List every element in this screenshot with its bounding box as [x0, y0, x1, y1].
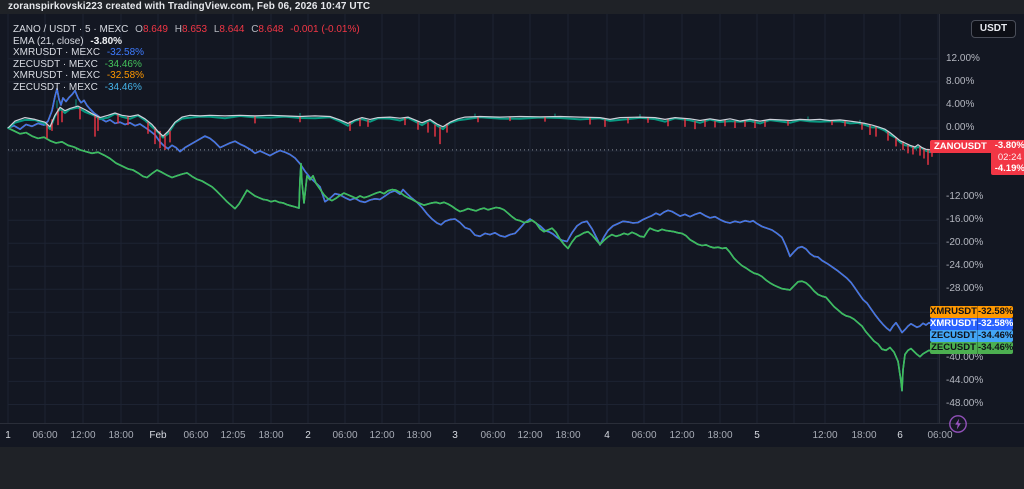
- time-axis-label: 12:00: [669, 430, 694, 441]
- time-axis-label: 6: [897, 430, 903, 441]
- zano-badge-symbol: ZANOUSDT: [930, 140, 991, 153]
- price-axis-label: -40.00%: [946, 352, 983, 363]
- ema-value: -3.80%: [90, 36, 122, 47]
- change-value: -0.001 (-0.01%): [290, 24, 359, 35]
- legend-main-series[interactable]: ZANO / USDT · 5 · MEXC O8.649 H8.653 L8.…: [13, 24, 360, 36]
- price-axis-border: [939, 14, 940, 423]
- compare-badge-zec-green: ZECUSDT -34.46%: [930, 342, 1013, 354]
- legend-compare-xmr-blue[interactable]: XMRUSDT · MEXC -32.58%: [13, 47, 360, 59]
- time-axis-label: 06:00: [631, 430, 656, 441]
- time-axis-label: 06:00: [480, 430, 505, 441]
- price-axis-label: 0.00%: [946, 122, 974, 133]
- legend-compare-xmr-orange[interactable]: XMRUSDT · MEXC -32.58%: [13, 70, 360, 82]
- time-axis-label: 2: [305, 430, 311, 441]
- time-axis-label: 18:00: [406, 430, 431, 441]
- badge-symbol: ZECUSDT: [930, 330, 977, 342]
- zano-badge-countdown: 02:24: [991, 152, 1024, 163]
- legend-ema[interactable]: EMA (21, close) -3.80%: [13, 36, 360, 48]
- chart-legend: ZANO / USDT · 5 · MEXC O8.649 H8.653 L8.…: [13, 24, 360, 93]
- badge-symbol: XMRUSDT: [930, 306, 977, 318]
- high-value: 8.653: [182, 24, 207, 35]
- attribution-text: zoranspirkovski223 created with TradingV…: [8, 1, 370, 12]
- close-value: 8.648: [258, 24, 283, 35]
- time-axis-label: 18:00: [108, 430, 133, 441]
- compare-value: -32.58%: [107, 47, 144, 58]
- price-axis-label: 8.00%: [946, 76, 974, 87]
- compare-value: -34.46%: [105, 59, 142, 70]
- time-axis-label: 06:00: [332, 430, 357, 441]
- price-axis-label: -48.00%: [946, 398, 983, 409]
- time-axis-border: [0, 423, 1024, 424]
- price-axis-label: -16.00%: [946, 214, 983, 225]
- compare-badge-xmr-orange: XMRUSDT -32.58%: [930, 306, 1013, 318]
- compare-value: -32.58%: [107, 70, 144, 81]
- time-axis-label: 18:00: [707, 430, 732, 441]
- compare-value: -34.46%: [105, 82, 142, 93]
- time-axis-label: 3: [452, 430, 458, 441]
- time-axis-label: 1: [5, 430, 11, 441]
- price-axis-label: -12.00%: [946, 191, 983, 202]
- legend-compare-zec-lightblue[interactable]: ZECUSDT · MEXC -34.46%: [13, 82, 360, 94]
- compare-label: XMRUSDT · MEXC: [13, 70, 100, 81]
- symbol-title: ZANO / USDT · 5 · MEXC: [13, 24, 128, 35]
- zano-price-badge: ZANOUSDT -3.80% 02:24 -4.19%: [930, 140, 1024, 175]
- badge-value: -32.58%: [977, 306, 1013, 318]
- badge-value: -32.58%: [977, 318, 1013, 330]
- time-axis-label: 18:00: [555, 430, 580, 441]
- badge-value: -34.46%: [977, 330, 1013, 342]
- price-axis-label: 4.00%: [946, 99, 974, 110]
- price-axis-label: -20.00%: [946, 237, 983, 248]
- time-axis-label: 12:00: [812, 430, 837, 441]
- attribution-bar: zoranspirkovski223 created with TradingV…: [0, 0, 1024, 14]
- compare-label: ZECUSDT · MEXC: [13, 59, 98, 70]
- price-axis-label: -28.00%: [946, 283, 983, 294]
- time-axis-label: 12:00: [70, 430, 95, 441]
- open-value: 8.649: [143, 24, 168, 35]
- time-axis-label: 06:00: [32, 430, 57, 441]
- time-axis-label: 18:00: [258, 430, 283, 441]
- compare-label: XMRUSDT · MEXC: [13, 47, 100, 58]
- currency-toggle-button[interactable]: USDT: [971, 20, 1016, 38]
- branding-bar: TradingView: [0, 447, 1024, 489]
- compare-badge-zec-lightblue: ZECUSDT -34.46%: [930, 330, 1013, 342]
- badge-value: -34.46%: [977, 342, 1013, 354]
- lightning-boost-icon[interactable]: [948, 414, 968, 434]
- open-key: O: [135, 24, 143, 35]
- tradingview-chart-screenshot: zoranspirkovski223 created with TradingV…: [0, 0, 1024, 489]
- zano-badge-ema-price: -4.19%: [991, 163, 1024, 175]
- high-key: H: [175, 24, 182, 35]
- compare-label: ZECUSDT · MEXC: [13, 82, 98, 93]
- price-axis-label: -44.00%: [946, 375, 983, 386]
- time-axis-label: 5: [754, 430, 760, 441]
- zano-badge-price: -3.80%: [991, 140, 1024, 152]
- badge-symbol: XMRUSDT: [930, 318, 977, 330]
- time-axis-label: 12:05: [220, 430, 245, 441]
- time-axis-label: 06:00: [183, 430, 208, 441]
- time-axis-label: Feb: [149, 430, 166, 441]
- time-axis-label: 18:00: [851, 430, 876, 441]
- compare-badge-xmr-blue: XMRUSDT -32.58%: [930, 318, 1013, 330]
- low-value: 8.644: [219, 24, 244, 35]
- ema-label: EMA (21, close): [13, 36, 84, 47]
- legend-compare-zec-green[interactable]: ZECUSDT · MEXC -34.46%: [13, 59, 360, 71]
- price-axis-label: -24.00%: [946, 260, 983, 271]
- time-axis-label: 4: [604, 430, 610, 441]
- badge-symbol: ZECUSDT: [930, 342, 977, 354]
- price-axis-label: 12.00%: [946, 53, 980, 64]
- time-axis-label: 12:00: [369, 430, 394, 441]
- time-axis-label: 12:00: [517, 430, 542, 441]
